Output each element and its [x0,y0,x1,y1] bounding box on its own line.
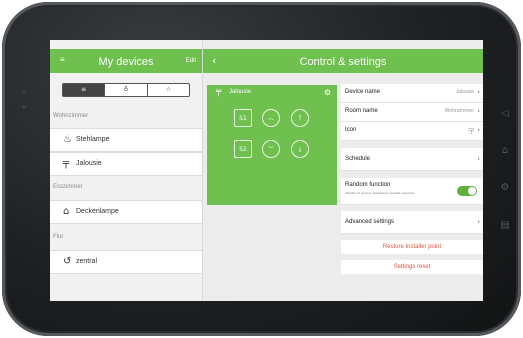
battery-text: ✻ 86 % ▮ [462,42,479,47]
control-header: ‹ Control & settings [203,49,483,73]
section-header: Flur [53,234,64,240]
random-function-row: Random function Variation of set time sc… [341,178,483,205]
scene-s1-button[interactable]: S1 [234,109,252,127]
device-item-jalousie[interactable]: ╤ Jalousie [50,152,202,176]
devices-panel: ≡ My devices Edit ≡ ♁ ☆ Wohnzimmer ♨ Ste… [50,40,203,301]
room-name-row[interactable]: Room name Wohnzimmer › [341,103,483,122]
setting-value: Wohnzimmer [444,108,474,114]
setting-key: Schedule [345,156,371,162]
settings-list: Device name Jalousie › Room name Wohnzim… [341,84,483,289]
move-bottom-button[interactable]: ⤓ [291,140,309,158]
device-label: Stehlampe [76,136,110,143]
setting-key: Room name [345,108,378,114]
home-icon[interactable]: ⌂ [499,145,511,157]
chevron-right-icon: › [477,107,480,115]
central-icon: ↺ [63,256,72,267]
device-label: zentral [76,258,98,265]
icon-row[interactable]: Icon ╤ › [341,122,483,141]
section-header: Wohnzimmer [53,113,89,119]
chevron-right-icon: › [477,218,480,226]
setting-value: Jalousie [455,89,474,95]
edit-button[interactable]: Edit [186,58,196,64]
device-item-deckenlampe[interactable]: ⌂ Deckenlampe [50,200,202,224]
status-bar: •••○○ Telekom.de LTE 07:53 ✻ 86 % ▮ [50,40,483,49]
device-control-card: ╤ Jalousie ⚙ S1 ︿ ⤒ S2 ﹀ ⤓ [207,85,337,205]
bulb-icon[interactable]: ♁ [104,84,146,96]
recent-apps-icon[interactable]: ▤ [499,220,511,232]
bezel-sensor-dot [22,90,26,94]
chevron-right-icon: › [477,155,480,163]
tablet-screen: ≡ My devices Edit ≡ ♁ ☆ Wohnzimmer ♨ Ste… [50,40,483,301]
device-name-row[interactable]: Device name Jalousie › [341,84,483,103]
setting-key: Advanced settings [345,219,395,225]
move-top-button[interactable]: ⤒ [291,109,309,127]
chevron-right-icon: › [477,126,480,134]
options-icon[interactable]: ⚙ [499,182,511,194]
jalousie-icon: ╤ [468,125,474,134]
list-icon[interactable]: ≡ [63,84,105,96]
control-title: Control & settings [299,56,387,68]
down-button[interactable]: ﹀ [262,140,280,158]
section-header: Esszimmer [53,184,83,190]
jalousie-icon: ╤ [216,87,222,97]
scene-s2-button[interactable]: S2 [234,140,252,158]
gear-icon[interactable]: ⚙ [324,88,331,97]
advanced-settings-row[interactable]: Advanced settings › [341,211,483,234]
clock-text: 07:53 [256,42,267,47]
up-button[interactable]: ︿ [262,109,280,127]
devices-title: My devices [98,56,154,68]
restore-installer-point-button[interactable]: Restore Installer point [341,240,483,254]
device-item-zentral[interactable]: ↺ zentral [50,250,202,274]
control-panel: ‹ Control & settings ╤ Jalousie ⚙ S1 ︿ ⤒… [203,40,483,301]
back-icon[interactable]: ◁ [499,108,511,120]
devices-header: ≡ My devices Edit [50,49,202,73]
random-function-toggle[interactable] [457,186,477,196]
setting-description: Variation of set time schedules to simul… [345,191,415,195]
bezel-sensor-dot [22,105,26,109]
carrier-text: •••○○ Telekom.de LTE [54,42,93,47]
lamp-icon: ♨ [63,134,72,145]
device-label: Jalousie [76,160,102,167]
device-label: Deckenlampe [76,208,119,215]
card-device-name: Jalousie [229,89,252,95]
device-filter-tabs: ≡ ♁ ☆ [62,83,190,97]
setting-key: Device name [345,89,381,95]
star-icon[interactable]: ☆ [146,84,189,96]
jalousie-icon: ╤ [63,158,70,169]
device-item-stehlampe[interactable]: ♨ Stehlampe [50,128,202,152]
setting-key: Random function [345,182,391,188]
settings-reset-button[interactable]: Settings reset [341,260,483,274]
ceiling-lamp-icon: ⌂ [63,206,70,217]
setting-key: Icon [345,127,357,133]
chevron-right-icon: › [477,88,480,96]
schedule-row[interactable]: Schedule › [341,148,483,171]
